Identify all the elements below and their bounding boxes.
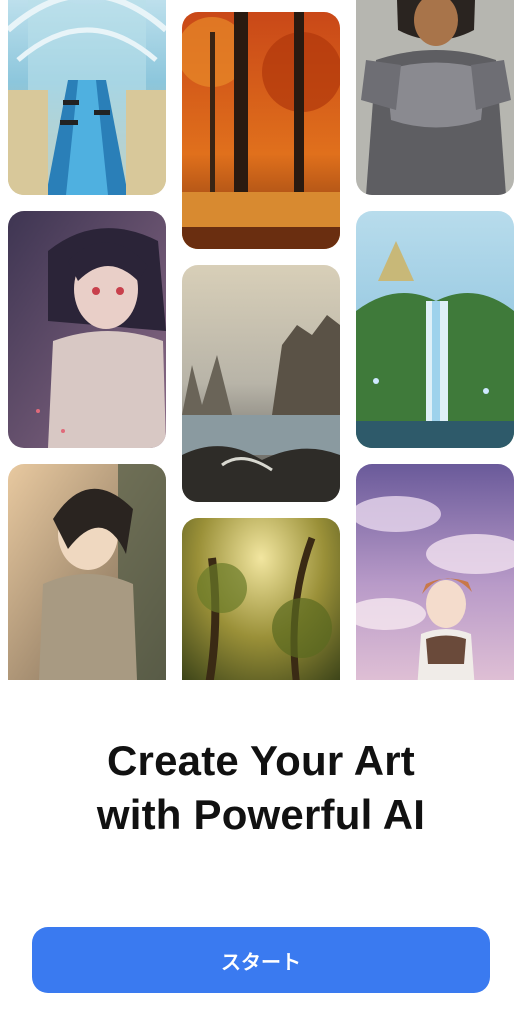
gallery-image-scifi-corridor (8, 0, 166, 195)
headline-line-1: Create Your Art (107, 737, 415, 784)
headline: Create Your Art with Powerful AI (0, 734, 522, 842)
gallery-image-sunlit-forest (182, 518, 340, 680)
headline-line-2: with Powerful AI (96, 791, 426, 838)
gallery-image-rocky-coast-painting (182, 265, 340, 502)
gallery-image-pyramid-waterfall (356, 211, 514, 448)
art-gallery (0, 0, 522, 680)
gallery-image-anime-girl-clouds (356, 464, 514, 680)
gallery-image-autumn-forest (182, 12, 340, 249)
gallery-image-anime-girl-short-hair (8, 464, 166, 680)
gallery-image-anime-girl-pink-eyes (8, 211, 166, 448)
gallery-image-armored-warrior (356, 0, 514, 195)
start-button[interactable]: スタート (32, 927, 490, 993)
